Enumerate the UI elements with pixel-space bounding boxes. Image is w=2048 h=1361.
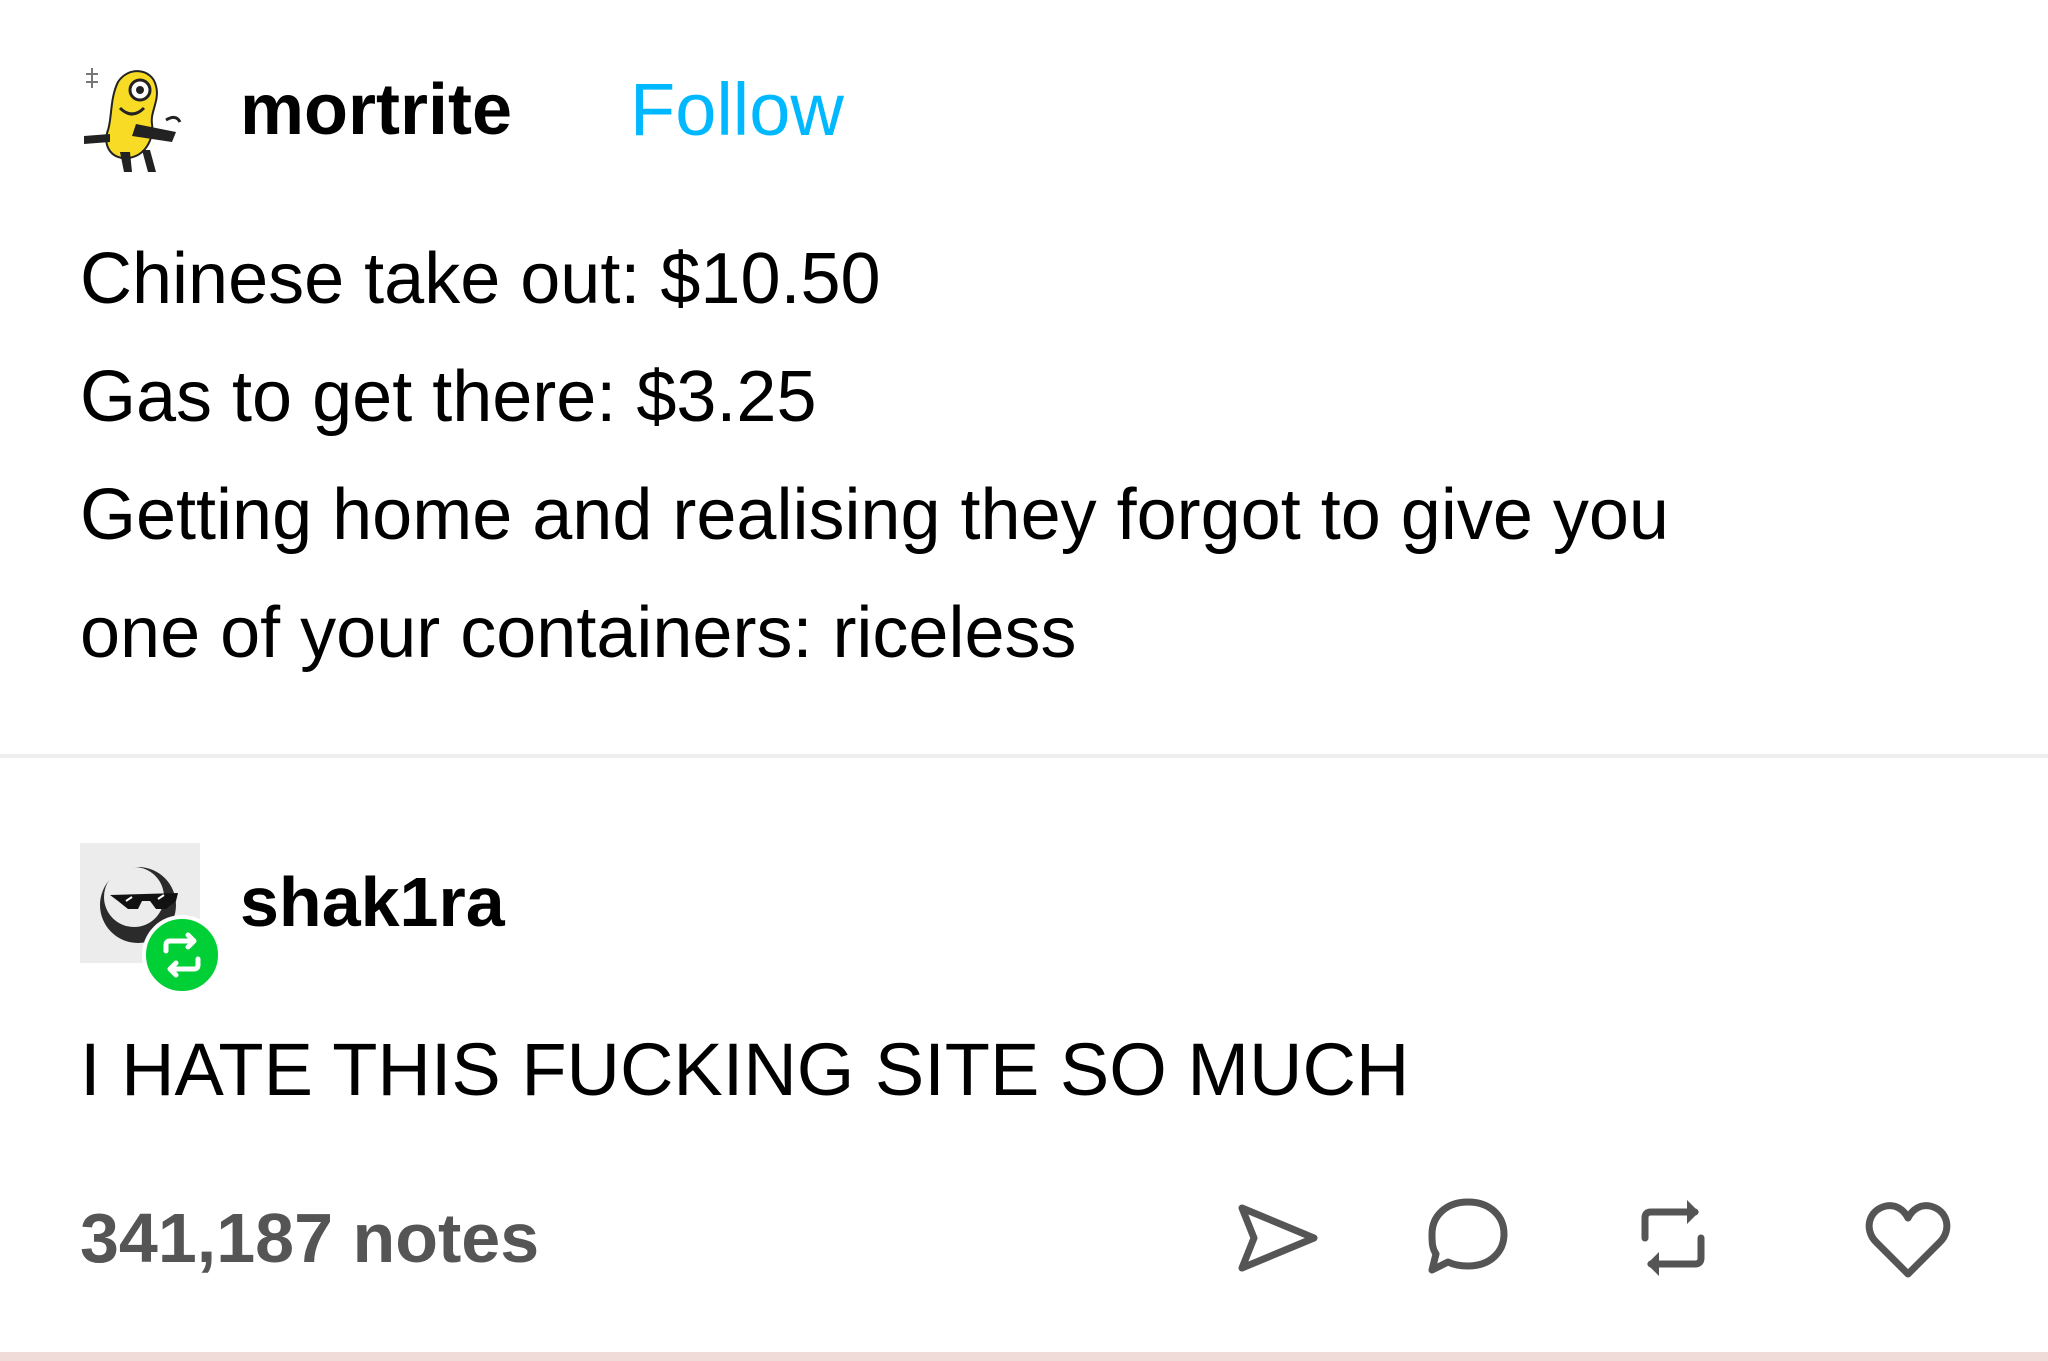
reblog-text: I HATE THIS FUCKING SITE SO MUCH [80, 1028, 1410, 1111]
original-post-body: Chinese take out: $10.50 Gas to get ther… [80, 220, 1980, 692]
post-line: Gas to get there: $3.25 [80, 357, 817, 437]
share-icon[interactable] [1230, 1190, 1326, 1286]
mortrite-avatar[interactable] [80, 64, 190, 174]
post-divider [0, 754, 2048, 758]
follow-button[interactable]: Follow [630, 68, 844, 152]
reblog-badge-icon [142, 915, 222, 995]
reblog-avatar-group[interactable] [80, 843, 225, 995]
like-icon[interactable] [1860, 1190, 1956, 1286]
reply-icon[interactable] [1420, 1190, 1516, 1286]
original-post-header [80, 64, 190, 174]
reblog-icon[interactable] [1625, 1190, 1721, 1286]
post-line: Chinese take out: $10.50 [80, 239, 881, 319]
post-line: one of your containers: riceless [80, 593, 1077, 673]
reblog-username[interactable]: shak1ra [240, 860, 505, 944]
post-line: Getting home and realising they forgot t… [80, 475, 1669, 555]
notes-count[interactable]: 341,187 notes [80, 1190, 539, 1286]
post-bottom-border [0, 1352, 2048, 1361]
original-post-username[interactable]: mortrite [240, 68, 512, 152]
